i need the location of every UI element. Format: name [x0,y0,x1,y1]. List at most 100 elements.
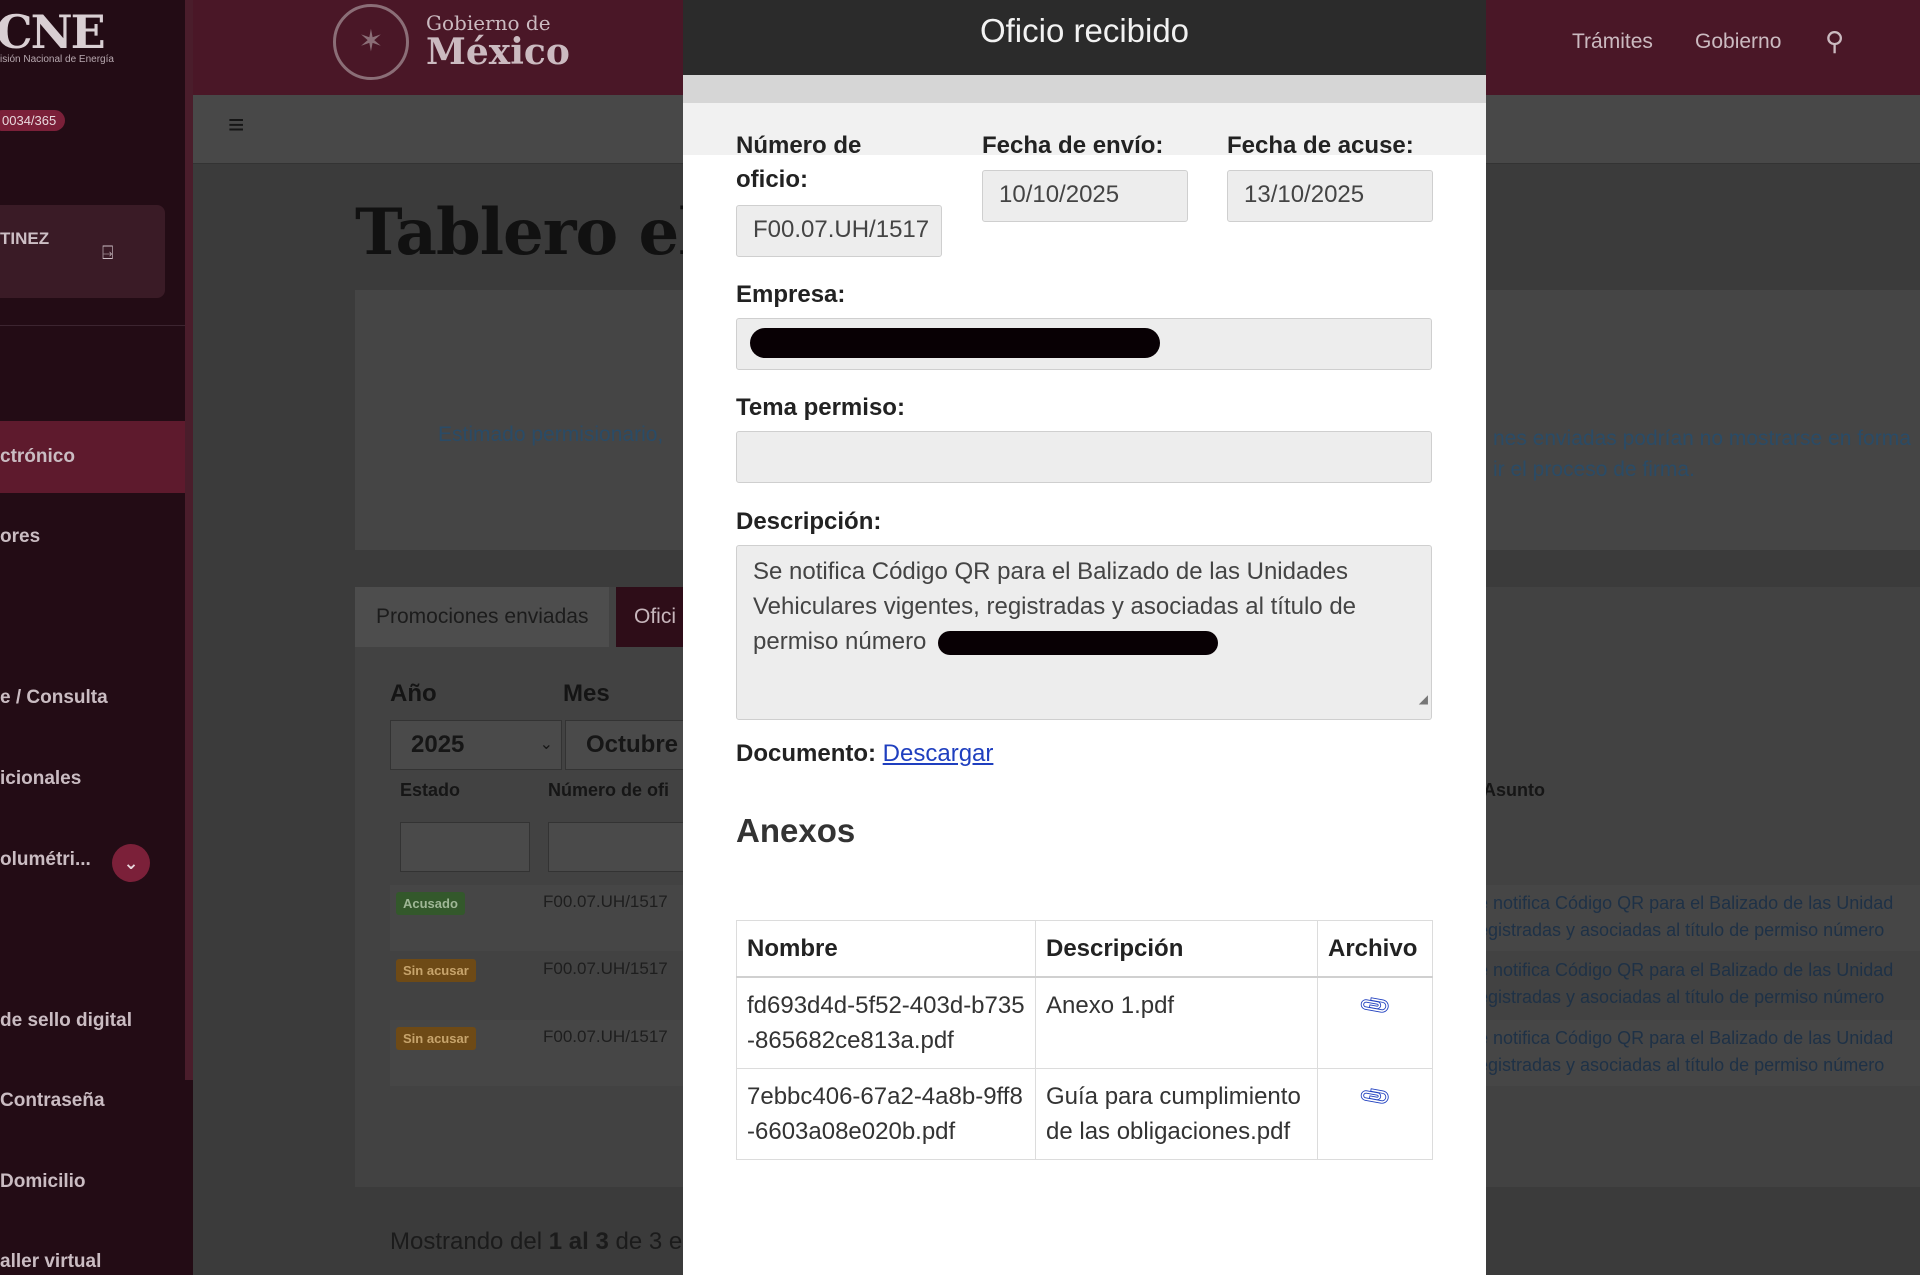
row-asunto: e notifica Código QR para el Balizado de… [1478,957,1893,1011]
descripcion-label: Descripción: [736,508,882,535]
numero-filter-input[interactable] [548,822,688,872]
row-asunto-line-1: e notifica Código QR para el Balizado de… [1478,893,1894,913]
fecha-acuse-label: Fecha de acuse: [1227,132,1414,159]
column-numero-oficio[interactable]: Número de ofi [548,772,669,808]
sidebar: CNE isión Nacional de Energía 0034/365 T… [0,0,193,1275]
notice-line-2: ir el proceso de firma. [1493,458,1695,481]
year-select-value: 2025 [411,731,465,758]
gobierno-logo[interactable]: Gobierno de México [426,12,570,70]
sidebar-item-label: e / Consulta [0,687,108,708]
anexo-nombre: fd693d4d-5f52-403d-b735-865682ce813a.pdf [736,976,1036,1069]
sidebar-item-label: de sello digital [0,1010,132,1031]
sidebar-divider [0,325,185,326]
anexo-descripcion: Anexo 1.pdf [1035,976,1318,1069]
sidebar-item-consulta[interactable]: e / Consulta [0,687,185,709]
search-icon[interactable]: ⚲ [1825,26,1844,57]
notice-line-1: nes enviadas podrían no mostrarse en for… [1493,427,1911,450]
numero-oficio-field[interactable]: F00.07.UH/1517 [736,205,942,257]
row-numero: F00.07.UH/1517 [543,892,668,911]
chevron-down-icon: ⌄ [539,736,553,753]
resize-handle-icon[interactable]: ◢ [1419,682,1428,717]
column-asunto[interactable]: Asunto [1483,772,1545,808]
chevron-down-icon[interactable]: ⌄ [112,844,150,882]
sidebar-item-buzon[interactable]: ctrónico [0,421,185,493]
month-select[interactable]: Octubre [565,720,685,770]
column-archivo: Archivo [1317,920,1433,978]
sidebar-item-label: Contraseña [0,1090,105,1111]
gobierno-logo-big: México [426,31,570,73]
sidebar-item-label: olumétri... [0,849,91,870]
notice-text-right: nes enviadas podrían no mostrarse en for… [1493,423,1911,485]
row-asunto-line-2: egistradas y asociadas al título de perm… [1478,920,1885,940]
sidebar-item-adicionales[interactable]: icionales [0,768,185,790]
documento-row: Documento: Descargar [736,740,993,768]
numero-oficio-label-line-2: oficio: [736,166,808,193]
pagination-prefix: Mostrando del [390,1228,543,1255]
anexo-nombre: 7ebbc406-67a2-4a8b-9ff8-6603a08e020b.pdf [736,1068,1036,1160]
redaction-mark [938,631,1218,655]
tab-promociones-enviadas[interactable]: Promociones enviadas [355,587,610,647]
modal-title: Oficio recibido [979,12,1190,49]
sidebar-item-label: ctrónico [0,446,75,467]
logo-text: CNE [0,5,106,59]
pagination-suffix: de 3 e [615,1228,683,1255]
paperclip-icon[interactable]: 📎︎ [1354,983,1397,1028]
row-numero: F00.07.UH/1517 [543,959,668,978]
row-asunto-line-1: e notifica Código QR para el Balizado de… [1478,1028,1894,1048]
sidebar-item-label: icionales [0,768,82,789]
row-numero: F00.07.UH/1517 [543,1027,668,1046]
status-badge: Sin acusar [396,1027,476,1050]
coat-of-arms-icon: ✶ [333,4,409,80]
sidebar-item-domicilio[interactable]: Domicilio [0,1171,185,1193]
sidebar-item-volumetricos[interactable]: olumétri... ⌄ [0,844,185,882]
counter-badge: 0034/365 [0,110,66,131]
sidebar-item-label: ores [0,526,41,547]
column-estado[interactable]: Estado [400,772,460,808]
tema-permiso-field[interactable] [736,431,1432,483]
nav-gobierno[interactable]: Gobierno [1695,30,1781,54]
anexos-table: Nombre Descripción Archivo fd693d4d-5f52… [736,920,1433,1160]
documento-label: Documento: [736,740,876,767]
month-filter-label: Mes [563,680,610,707]
notice-text-left: Estimado permisionario, [438,423,664,446]
descargar-link[interactable]: Descargar [883,740,994,767]
nav-tramites[interactable]: Trámites [1572,30,1653,54]
status-badge: Sin acusar [396,959,476,982]
sidebar-scrollbar[interactable] [185,0,193,1080]
logout-icon[interactable]: ⍈ [102,243,113,265]
sidebar-item-label: Domicilio [0,1171,86,1192]
row-asunto-line-2: egistradas y asociadas al título de perm… [1478,987,1885,1007]
modal-divider [683,75,1486,103]
estado-filter-select[interactable] [400,822,530,872]
row-asunto: e notifica Código QR para el Balizado de… [1478,1025,1893,1079]
modal-header: Oficio recibido [683,0,1486,75]
anexos-header-row: Nombre Descripción Archivo [736,920,1433,978]
sidebar-item-ores[interactable]: ores [0,526,185,548]
fecha-acuse-field[interactable]: 13/10/2025 [1227,170,1433,222]
page-title: Tablero el [355,195,702,270]
table-row: fd693d4d-5f52-403d-b735-865682ce813a.pdf… [736,976,1433,1069]
sidebar-item-sello-digital[interactable]: de sello digital [0,1010,185,1032]
sidebar-item-taller-virtual[interactable]: aller virtual [0,1251,185,1273]
empresa-label: Empresa: [736,281,846,308]
row-asunto-line-1: e notifica Código QR para el Balizado de… [1478,960,1894,980]
hamburger-menu-icon[interactable]: ≡ [228,109,244,141]
fecha-envio-label: Fecha de envío: [982,132,1164,159]
redaction-mark [750,328,1160,358]
row-asunto: e notifica Código QR para el Balizado de… [1478,890,1893,944]
anexo-archivo-cell: 📎︎ [1317,1068,1433,1160]
sidebar-item-contrasena[interactable]: Contraseña [0,1090,185,1112]
tema-permiso-label: Tema permiso: [736,394,905,421]
year-select[interactable]: 2025 ⌄ [390,720,562,770]
user-name: TINEZ [0,229,50,248]
column-nombre: Nombre [736,920,1036,978]
anexo-archivo-cell: 📎︎ [1317,976,1433,1069]
user-card: TINEZ ⍈ [0,205,165,298]
numero-oficio-label: Número de oficio: [736,129,861,197]
oficio-modal: Oficio recibido Número de oficio: F00.07… [683,0,1486,1275]
table-row: 7ebbc406-67a2-4a8b-9ff8-6603a08e020b.pdf… [736,1068,1433,1160]
column-descripcion: Descripción [1035,920,1318,978]
numero-oficio-label-line-1: Número de [736,132,862,159]
paperclip-icon[interactable]: 📎︎ [1354,1074,1397,1119]
fecha-envio-field[interactable]: 10/10/2025 [982,170,1188,222]
